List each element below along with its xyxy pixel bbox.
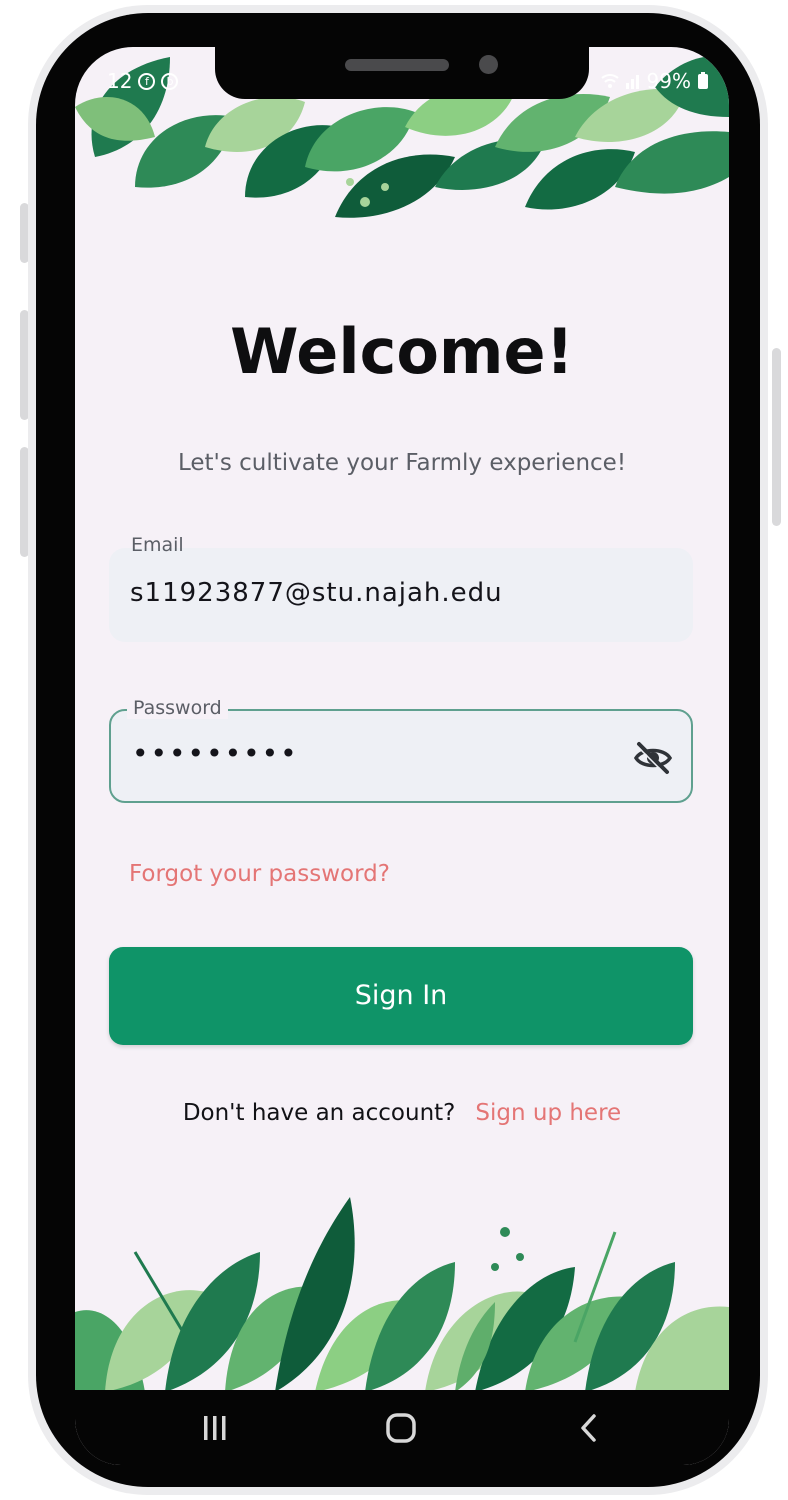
leaves-decoration-bottom [75, 1197, 729, 1392]
front-camera [479, 55, 498, 74]
home-icon[interactable] [381, 1408, 421, 1448]
wifi-icon [600, 74, 619, 88]
app-screen: 12 f b 99% Welcome! Let's cultivate your… [75, 47, 729, 1465]
eye-off-icon[interactable] [633, 741, 673, 775]
page-subtitle: Let's cultivate your Farmly experience! [177, 450, 627, 476]
email-label: Email [131, 534, 184, 556]
password-input[interactable]: ••••••••• [132, 737, 299, 770]
status-bar-left: 12 f b [107, 69, 179, 93]
password-field[interactable]: Password ••••••••• [109, 697, 693, 803]
app-icon: b [161, 72, 179, 90]
email-input[interactable]: s11923877@stu.najah.edu [130, 578, 503, 608]
recents-icon[interactable] [195, 1408, 235, 1448]
status-time: 12 [107, 69, 133, 93]
forgot-password-link[interactable]: Forgot your password? [129, 861, 390, 887]
status-bar-right: 99% [600, 69, 709, 93]
signal-icon [625, 75, 639, 89]
power-button [772, 348, 781, 526]
password-label: Password [127, 697, 228, 719]
system-navigation-bar [75, 1390, 729, 1465]
sign-up-link[interactable]: Sign up here [475, 1100, 621, 1126]
battery-percent: 99% [646, 69, 691, 93]
page-title: Welcome! [230, 315, 574, 388]
email-field[interactable]: Email s11923877@stu.najah.edu [109, 534, 693, 642]
earpiece-speaker [345, 59, 449, 71]
back-icon[interactable] [569, 1408, 609, 1448]
signup-question: Don't have an account? [182, 1100, 456, 1126]
sign-in-button[interactable]: Sign In [109, 947, 693, 1045]
camera-notch [215, 47, 589, 99]
signup-row: Don't have an account? Sign up here [75, 1100, 729, 1126]
battery-icon [698, 72, 708, 89]
facebook-icon: f [138, 72, 156, 90]
